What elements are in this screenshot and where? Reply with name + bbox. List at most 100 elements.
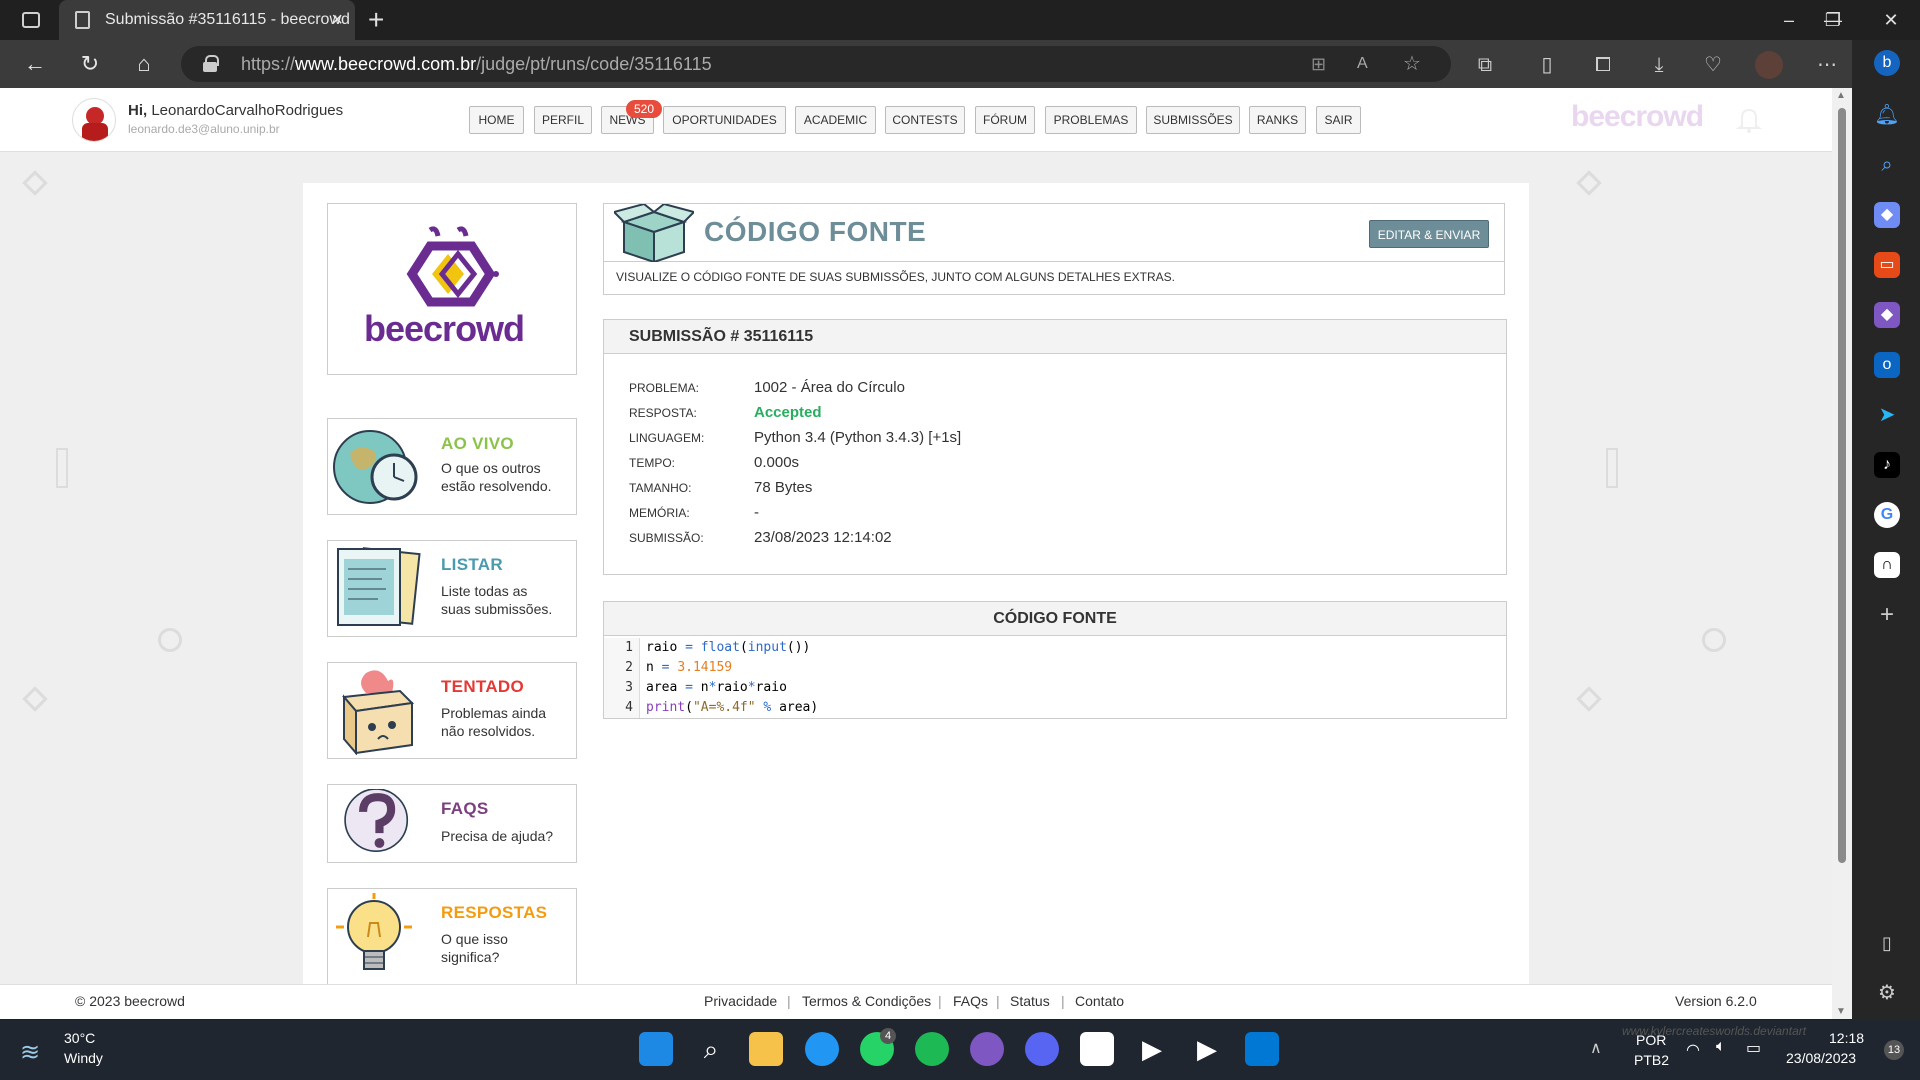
games-icon[interactable]: ◆	[1874, 302, 1900, 328]
scrollbar-thumb[interactable]	[1838, 108, 1846, 863]
split-screen-icon[interactable]: ▯	[1534, 52, 1560, 78]
discord-icon[interactable]	[1025, 1032, 1059, 1066]
extensions-icon[interactable]: ⧉	[1472, 52, 1498, 78]
brand-logo-text[interactable]: beecrowd	[1571, 100, 1704, 134]
field-value-problema[interactable]: 1002 - Área do Círculo	[754, 379, 905, 396]
clock-time[interactable]: 12:18	[1829, 1030, 1864, 1046]
footer-link-contato[interactable]: Contato	[1075, 985, 1124, 1018]
back-icon[interactable]: ←	[20, 49, 50, 79]
nav-ranks[interactable]: RANKS	[1249, 106, 1306, 134]
shopping-icon[interactable]: ◆	[1874, 202, 1900, 228]
edit-and-submit-button[interactable]: EDITAR & ENVIAR	[1369, 220, 1489, 248]
new-tab-icon[interactable]: +	[368, 4, 384, 36]
restore-window-icon[interactable]: ❐	[1810, 0, 1856, 40]
code-token: (	[685, 700, 693, 715]
outlook-icon[interactable]: o	[1874, 352, 1900, 378]
downloads-icon[interactable]: ⤓	[1646, 52, 1672, 78]
drop-icon[interactable]: ➤	[1874, 402, 1900, 428]
minimize-window-icon[interactable]: –	[1766, 0, 1812, 40]
nav-sair[interactable]: SAIR	[1316, 106, 1361, 134]
search-taskbar-icon[interactable]: ⌕	[694, 1032, 728, 1066]
windows-taskbar: ≋ 30°C Windy ⌕ 4 ▶ ▶ ∧ www.kylercreatesw…	[0, 1020, 1920, 1080]
site-header: Hi, LeonardoCarvalhoRodrigues leonardo.d…	[0, 88, 1832, 152]
browser-tab[interactable]: Submissão #35116115 - beecrowd ×	[59, 0, 355, 40]
sidebar-item-tentado[interactable]: TENTADO Problemas ainda não resolvidos.	[327, 662, 577, 759]
spotify-icon[interactable]	[915, 1032, 949, 1066]
collections-icon[interactable]: ⧠	[1590, 52, 1616, 78]
google-icon[interactable]: G	[1874, 502, 1900, 528]
iptv-icon[interactable]	[970, 1032, 1004, 1066]
tiktok-icon[interactable]: ♪	[1874, 452, 1900, 478]
close-tab-icon[interactable]: ×	[331, 0, 343, 40]
source-code-heading: CÓDIGO FONTE	[604, 602, 1506, 636]
microsoft-store-icon[interactable]	[1080, 1032, 1114, 1066]
footer-link-faqs[interactable]: FAQs	[953, 985, 988, 1018]
vscode-icon[interactable]	[1245, 1032, 1279, 1066]
notifications-icon[interactable]: 🔔︎	[1874, 102, 1900, 128]
sidebar-item-ao-vivo[interactable]: AO VIVO O que os outros estão resolvendo.	[327, 418, 577, 515]
page-favicon-icon	[75, 11, 90, 29]
favorite-star-icon[interactable]: ☆	[1403, 46, 1421, 82]
footer-link-status[interactable]: Status	[1010, 985, 1050, 1018]
page-scrollbar[interactable]: ▲ ▼	[1832, 88, 1852, 1019]
home-icon[interactable]: ⌂	[129, 49, 159, 79]
sidebar-settings-icon[interactable]: ⚙	[1874, 980, 1900, 1006]
headset-icon[interactable]: ∩	[1874, 552, 1900, 578]
address-bar[interactable]: https://www.beecrowd.com.br/judge/pt/run…	[181, 46, 1451, 82]
search-icon[interactable]: ⌕	[1874, 152, 1900, 178]
notification-count-badge[interactable]: 13	[1884, 1040, 1904, 1060]
language-indicator-2[interactable]: PTB2	[1634, 1052, 1669, 1068]
start-icon[interactable]	[639, 1032, 673, 1066]
nav-forum[interactable]: FÓRUM	[975, 106, 1035, 134]
respostas-desc-1: O que isso	[441, 931, 508, 947]
logo-box[interactable]: beecrowd	[327, 203, 577, 375]
battery-icon[interactable]: ▭	[1746, 1038, 1761, 1058]
nav-problemas[interactable]: PROBLEMAS	[1045, 106, 1137, 134]
volume-icon[interactable]: 🔈︎	[1716, 1038, 1726, 1056]
nav-home[interactable]: HOME	[469, 106, 524, 134]
field-label-resposta: RESPOSTA:	[629, 406, 697, 420]
nav-contests[interactable]: CONTESTS	[885, 106, 965, 134]
footer-link-termos[interactable]: Termos & Condições	[802, 985, 931, 1018]
file-explorer-icon[interactable]	[749, 1032, 783, 1066]
clock-date[interactable]: 23/08/2023	[1786, 1050, 1856, 1066]
hide-sidebar-icon[interactable]: ▯	[1874, 930, 1900, 956]
tab-actions-icon[interactable]	[22, 12, 40, 28]
performance-icon[interactable]: ♡	[1700, 52, 1726, 78]
read-aloud-icon[interactable]: A	[1357, 46, 1368, 82]
code-text: n = 3.14159	[646, 660, 732, 675]
nav-academic[interactable]: ACADEMIC	[795, 106, 876, 134]
bg-bar-shape	[56, 448, 68, 488]
nav-submissoes[interactable]: SUBMISSÕES	[1146, 106, 1240, 134]
show-hidden-icons-icon[interactable]: ∧	[1590, 1038, 1602, 1058]
add-sidebar-app-icon[interactable]: +	[1874, 602, 1900, 628]
media-player-icon[interactable]: ▶	[1135, 1032, 1169, 1066]
profile-avatar[interactable]	[1755, 51, 1783, 79]
sidebar-item-respostas[interactable]: RESPOSTAS O que isso significa?	[327, 888, 577, 985]
sidebar-item-listar[interactable]: LISTAR Liste todas as suas submissões.	[327, 540, 577, 637]
weather-desc[interactable]: Windy	[64, 1050, 103, 1066]
bing-copilot-icon[interactable]: b	[1874, 50, 1900, 76]
sidebar-item-faqs[interactable]: FAQS Precisa de ajuda?	[327, 784, 577, 863]
bell-icon[interactable]	[1734, 104, 1764, 134]
weather-icon[interactable]: ≋	[20, 1038, 40, 1067]
scroll-up-icon[interactable]: ▲	[1836, 90, 1846, 101]
nav-perfil[interactable]: PERFIL	[534, 106, 592, 134]
weather-temp[interactable]: 30°C	[64, 1030, 95, 1046]
tools-icon[interactable]: ▭	[1874, 252, 1900, 278]
user-email: leonardo.de3@aluno.unip.br	[128, 122, 280, 136]
media-player-icon[interactable]: ▶	[1190, 1032, 1224, 1066]
user-avatar[interactable]	[72, 98, 116, 142]
scroll-down-icon[interactable]: ▼	[1836, 1006, 1846, 1017]
nav-oportunidades[interactable]: OPORTUNIDADES	[663, 106, 786, 134]
refresh-icon[interactable]: ↻	[75, 49, 105, 79]
wifi-icon[interactable]: ◠	[1686, 1040, 1700, 1060]
more-options-icon[interactable]: ⋯	[1814, 52, 1840, 78]
edge-browser-icon[interactable]	[805, 1032, 839, 1066]
code-token: ())	[786, 640, 811, 655]
close-window-icon[interactable]: ✕	[1868, 0, 1914, 40]
language-indicator-1[interactable]: POR	[1636, 1032, 1666, 1048]
app-available-icon[interactable]: ⊞	[1311, 46, 1326, 82]
footer-link-privacidade[interactable]: Privacidade	[704, 985, 777, 1018]
lock-icon[interactable]	[203, 55, 219, 72]
